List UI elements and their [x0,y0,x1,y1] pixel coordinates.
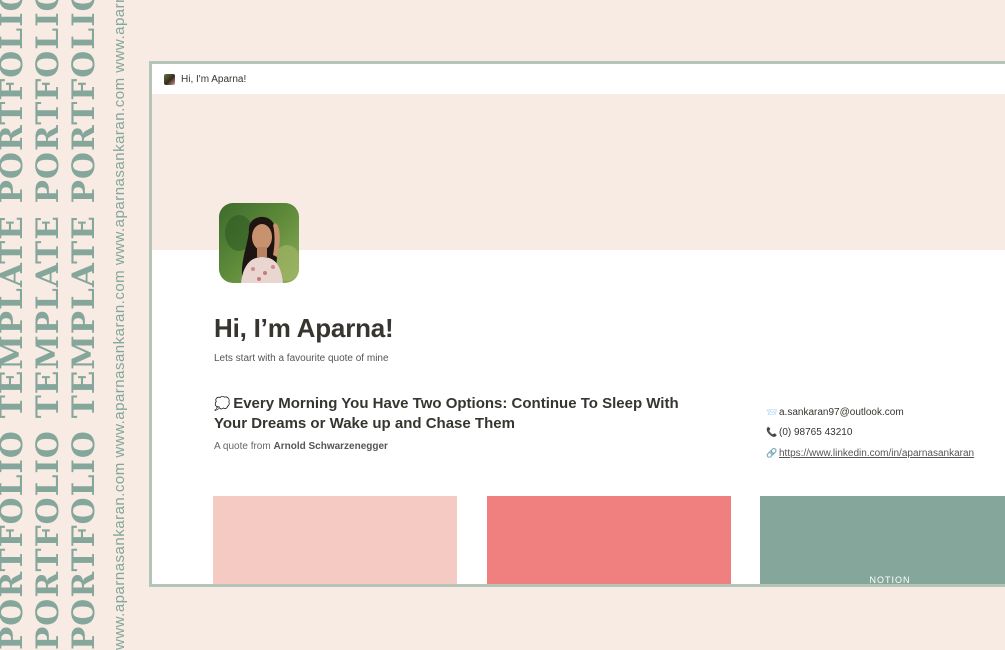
background-stripe-text: PORTFOLIO TEMPLATE PORTFOLIO TEMPLATE PO… [66,0,102,650]
window-topbar: Hi, I'm Aparna! [152,64,1005,94]
thought-bubble-icon: 💭 [214,396,231,411]
envelope-icon: 📨 [766,406,778,417]
attribution-prefix: A quote from [214,441,271,452]
quote-text: Every Morning You Have Two Options: Cont… [214,395,679,432]
gallery-card[interactable] [487,496,731,584]
notion-window: Hi, I'm Aparna! Hi, I’m Aparna! Lets sta… [149,61,1005,587]
background-stripe-text: PORTFOLIO TEMPLATE PORTFOLIO TEMPLATE PO… [0,0,30,650]
quote-heading: 💭 Every Morning You Have Two Options: Con… [214,394,714,434]
page-title: Hi, I’m Aparna! [214,313,394,343]
page-favicon-icon [164,73,175,85]
contact-phone-row: 📞 (0) 98765 43210 [766,423,974,444]
background-url-text: www.aparnasankaran.com www.aparnasankara… [111,0,128,650]
gallery-card[interactable]: NOTION [760,496,1005,585]
link-icon: 🔗 [766,447,778,458]
page-subtitle: Lets start with a favourite quote of min… [214,353,389,364]
gallery-card[interactable] [213,496,457,584]
linkedin-link[interactable]: https://www.linkedin.com/in/aparnasankar… [779,448,974,459]
background-stripe-text: PORTFOLIO TEMPLATE PORTFOLIO TEMPLATE PO… [30,0,66,650]
contact-email-row: 📨 a.sankaran97@outlook.com [766,402,974,423]
contact-linkedin-row: 🔗 https://www.linkedin.com/in/aparnasank… [766,443,974,464]
contact-email[interactable]: a.sankaran97@outlook.com [779,407,904,418]
profile-photo-image [219,203,299,283]
attribution-name: Arnold Schwarzenegger [273,441,388,452]
portfolio-preview: PORTFOLIO TEMPLATE PORTFOLIO TEMPLATE PO… [0,0,1005,650]
phone-icon: 📞 [766,427,778,438]
tab-title[interactable]: Hi, I'm Aparna! [181,74,246,85]
contact-phone: (0) 98765 43210 [779,427,853,439]
quote-attribution: A quote from Arnold Schwarzenegger [214,441,388,452]
profile-photo [219,203,299,283]
gallery-card-label: NOTION [869,575,911,585]
contact-block: 📨 a.sankaran97@outlook.com 📞 (0) 98765 4… [766,402,974,464]
